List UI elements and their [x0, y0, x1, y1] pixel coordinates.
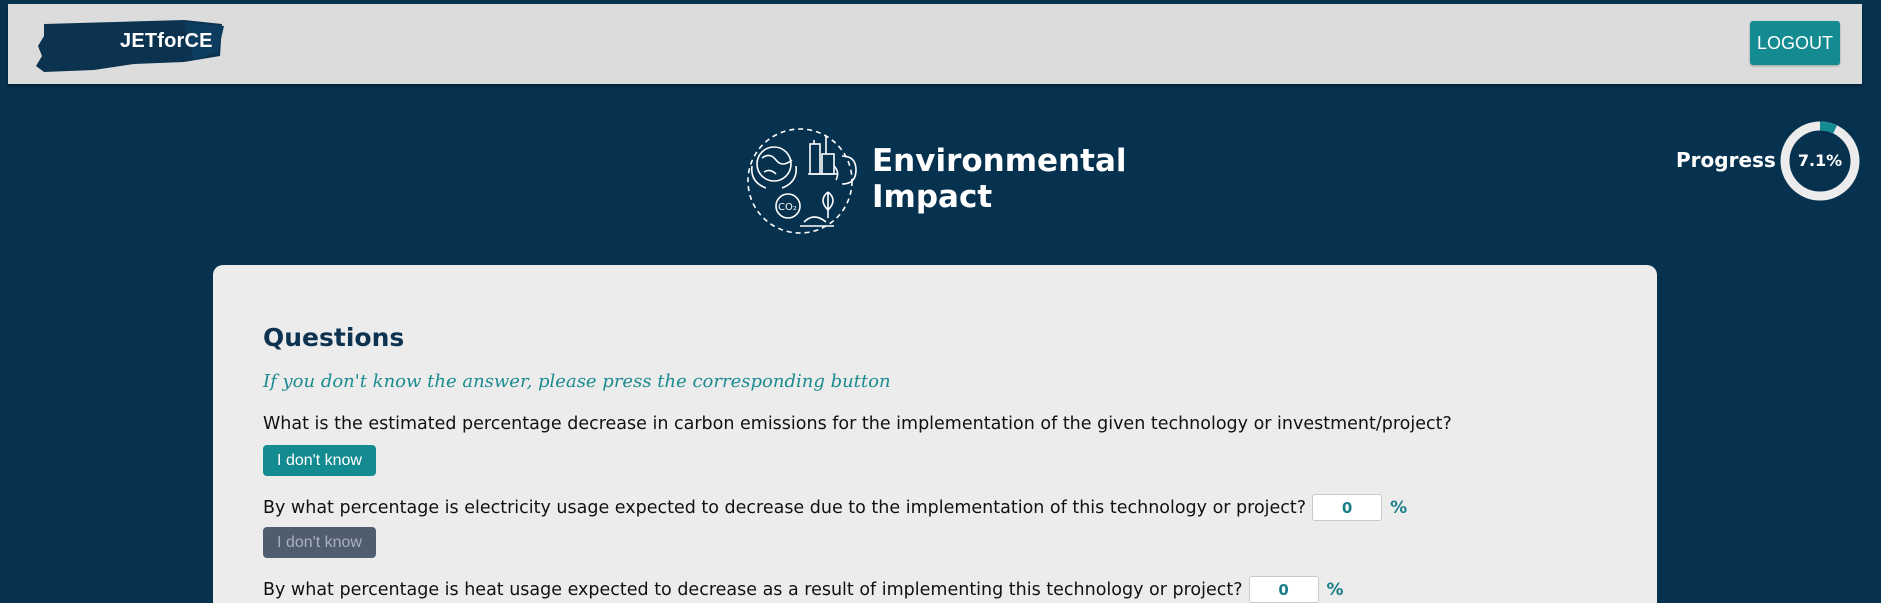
question-2-text: By what percentage is electricity usage …	[263, 497, 1307, 518]
questions-hint: If you don't know the answer, please pre…	[263, 371, 891, 392]
question-2-percent-unit: %	[1390, 497, 1408, 518]
question-2-percent-input[interactable]	[1312, 494, 1383, 521]
progress-label: Progress	[1676, 148, 1776, 172]
brand-name: JETforCE	[120, 30, 213, 52]
question-3-text: By what percentage is heat usage expecte…	[263, 579, 1243, 600]
question-2-dont-know-button[interactable]: I don't know	[263, 527, 376, 558]
question-3-percent-input[interactable]	[1248, 576, 1319, 603]
question-1-dont-know-button[interactable]: I don't know	[263, 445, 376, 476]
environment-icon: CO₂	[747, 128, 857, 234]
question-3-row: By what percentage is heat usage expecte…	[263, 576, 1344, 603]
section-title-line1: Environmental	[872, 143, 1127, 179]
question-3-percent-unit: %	[1326, 579, 1344, 600]
top-navbar: JETforCE LOGOUT	[8, 4, 1862, 84]
svg-text:CO₂: CO₂	[778, 202, 797, 213]
logout-button[interactable]: LOGOUT	[1750, 21, 1840, 65]
brand-logo[interactable]: JETforCE	[34, 16, 234, 78]
question-1-text: What is the estimated percentage decreas…	[263, 414, 1452, 434]
section-title: Environmental Impact	[872, 143, 1152, 215]
progress-value: 7.1%	[1797, 151, 1843, 170]
question-2-row: By what percentage is electricity usage …	[263, 494, 1407, 521]
section-title-line2: Impact	[872, 179, 993, 215]
questions-heading: Questions	[263, 323, 405, 352]
questions-card: Questions If you don't know the answer, …	[213, 265, 1657, 603]
